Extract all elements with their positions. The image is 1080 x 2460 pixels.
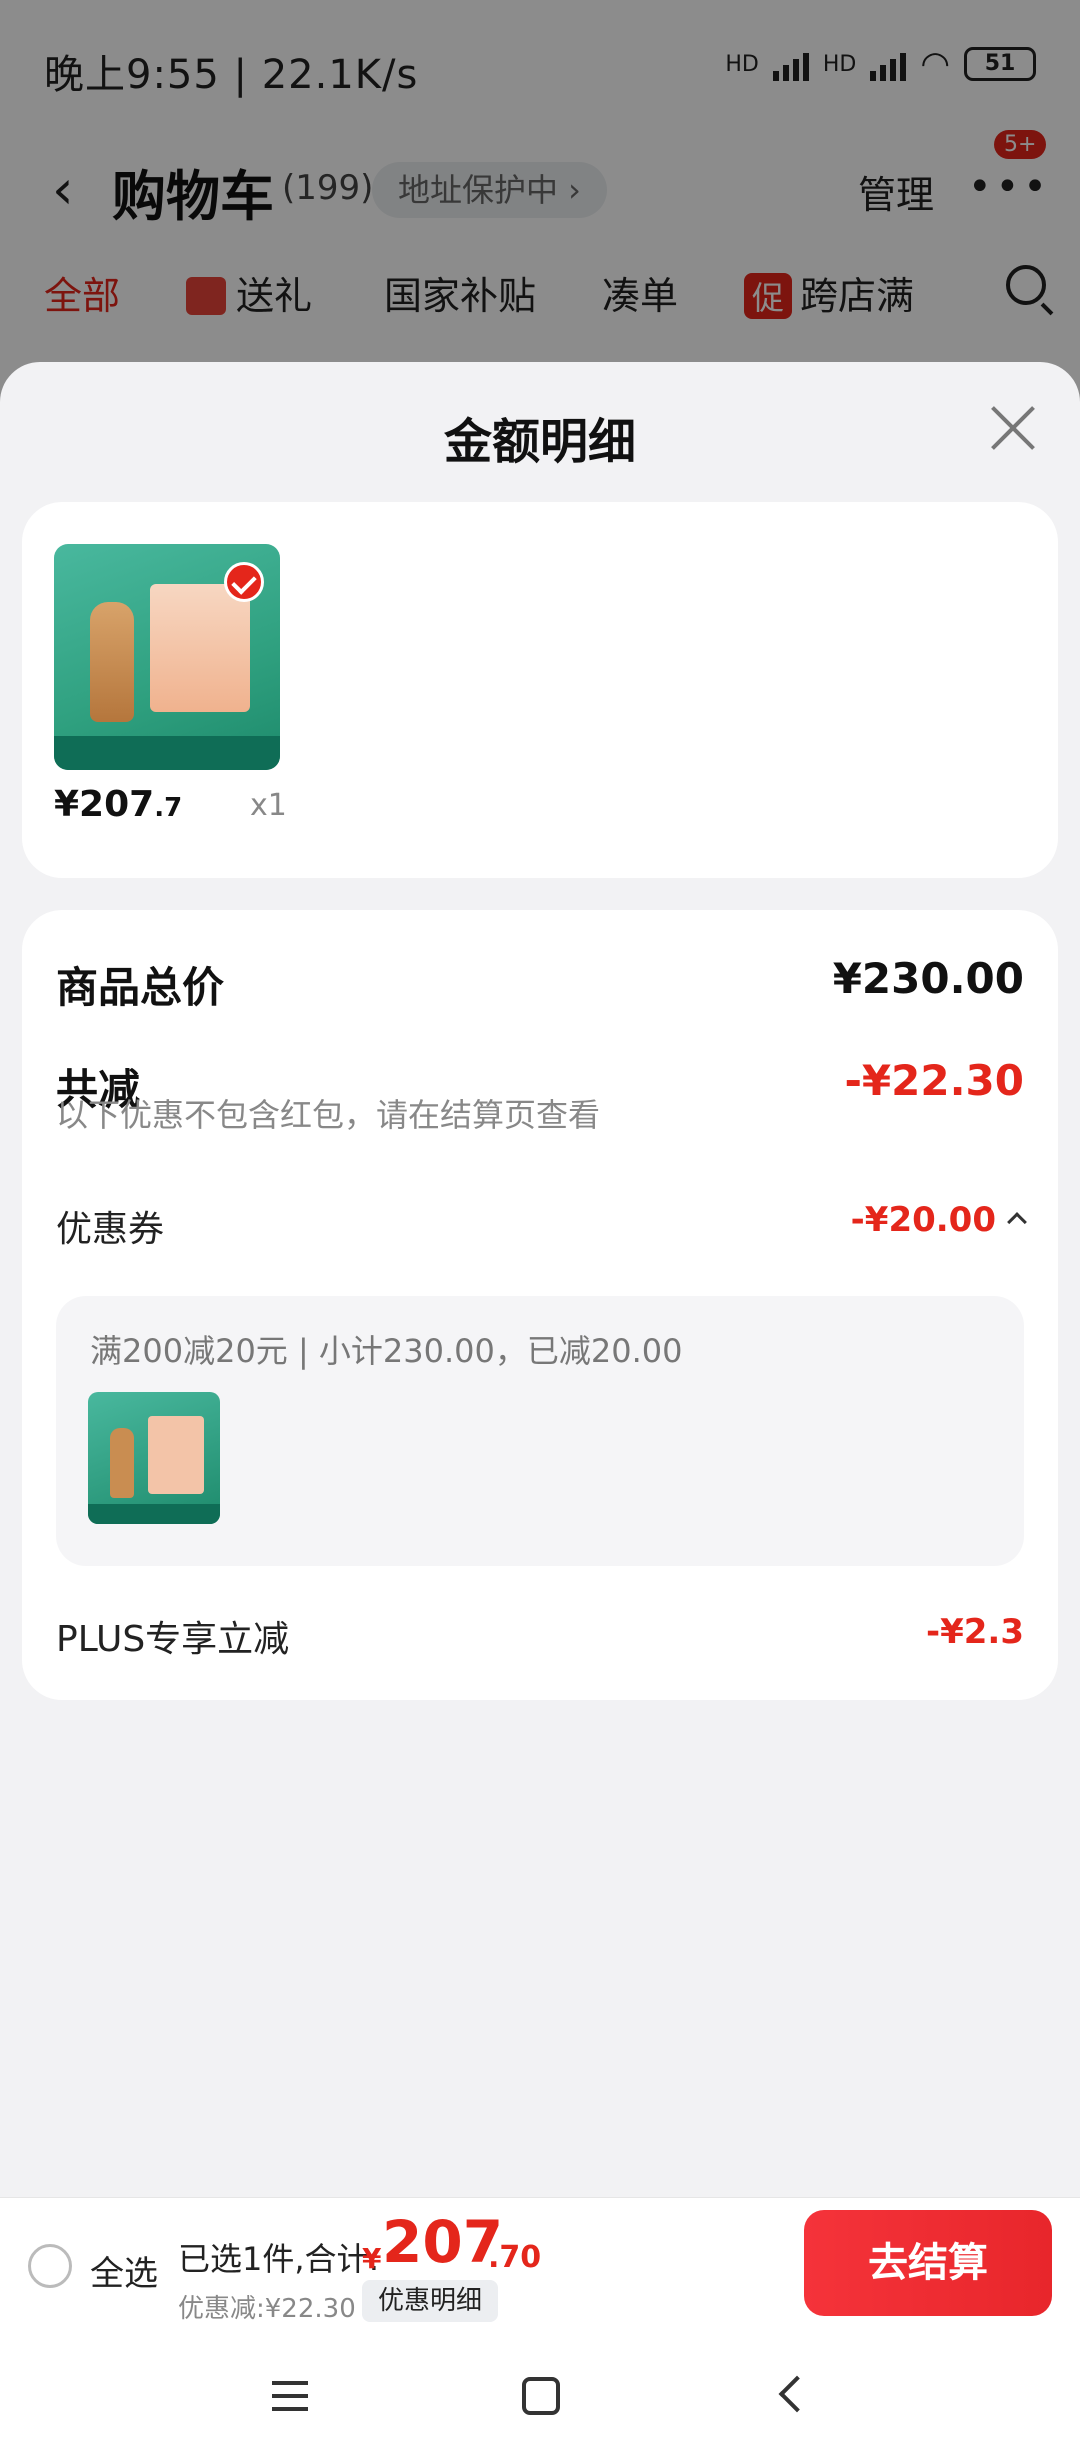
discount-detail-button[interactable]: 优惠明细 — [362, 2280, 499, 2322]
price-breakdown-card: 商品总价 ¥230.00 共减 -¥22.30 以下优惠不包含红包，请在结算页查… — [22, 910, 1058, 1700]
selected-items-card: ¥207.7 x1 — [22, 502, 1058, 878]
coupon-value: -¥20.00 — [850, 1200, 996, 1240]
select-all-checkbox[interactable] — [28, 2244, 72, 2288]
total-currency: ¥ — [362, 2242, 382, 2275]
total-amount-dec: .70 — [488, 2240, 542, 2275]
amount-detail-sheet: 金额明细 ¥207.7 x1 商品总价 ¥230.00 共减 -¥22.30 以… — [0, 362, 1080, 2197]
overlay-scrim[interactable] — [0, 0, 1080, 420]
checkout-button[interactable]: 去结算 — [804, 2210, 1052, 2316]
checkout-bar: 全选 已选1件,合计: ¥ 207 .70 优惠减:¥22.30 优惠明细 去结… — [0, 2197, 1080, 2337]
menu-icon[interactable] — [272, 2381, 308, 2411]
back-icon[interactable] — [778, 2375, 816, 2413]
plus-discount-label: PLUS专享立减 — [56, 1619, 290, 1660]
gift-box-image — [150, 584, 250, 712]
item-price: ¥207.7 — [54, 784, 182, 825]
mini-box-image — [148, 1416, 204, 1494]
reduction-value: -¥22.30 — [844, 1056, 1024, 1105]
coupon-product-thumbnail — [88, 1392, 220, 1524]
reduction-note: 以下优惠不包含红包，请在结算页查看 — [56, 1096, 601, 1134]
item-quantity: x1 — [250, 788, 287, 823]
total-price-label: 商品总价 — [56, 963, 225, 1012]
bottle-image — [90, 602, 134, 722]
product-promo-band — [54, 736, 280, 770]
sheet-title: 金额明细 — [443, 414, 636, 470]
coupon-label: 优惠券 — [56, 1209, 165, 1250]
home-icon[interactable] — [522, 2377, 560, 2415]
coupon-detail-box: 满200减20元 | 小计230.00，已减20.00 — [56, 1296, 1024, 1566]
selected-check-icon — [224, 562, 264, 602]
item-price-int: ¥207 — [54, 784, 155, 825]
close-icon[interactable] — [988, 404, 1036, 452]
chevron-up-icon — [1007, 1212, 1027, 1232]
mini-bottle-image — [110, 1428, 134, 1498]
total-price-value: ¥230.00 — [832, 954, 1024, 1003]
selected-summary: 已选1件,合计: — [178, 2240, 380, 2278]
system-nav-bar — [0, 2337, 1080, 2460]
item-price-dec: .7 — [154, 793, 183, 823]
select-all-label[interactable]: 全选 — [90, 2246, 158, 2295]
coupon-toggle[interactable]: -¥20.00 — [850, 1200, 1027, 1240]
discount-summary: 优惠减:¥22.30 — [178, 2294, 356, 2324]
plus-discount-value: -¥2.3 — [926, 1612, 1024, 1652]
mini-promo-band — [88, 1504, 220, 1524]
total-amount-int: 207 — [382, 2208, 504, 2276]
product-thumbnail[interactable] — [54, 544, 280, 770]
coupon-description: 满200减20元 | 小计230.00，已减20.00 — [90, 1332, 683, 1370]
